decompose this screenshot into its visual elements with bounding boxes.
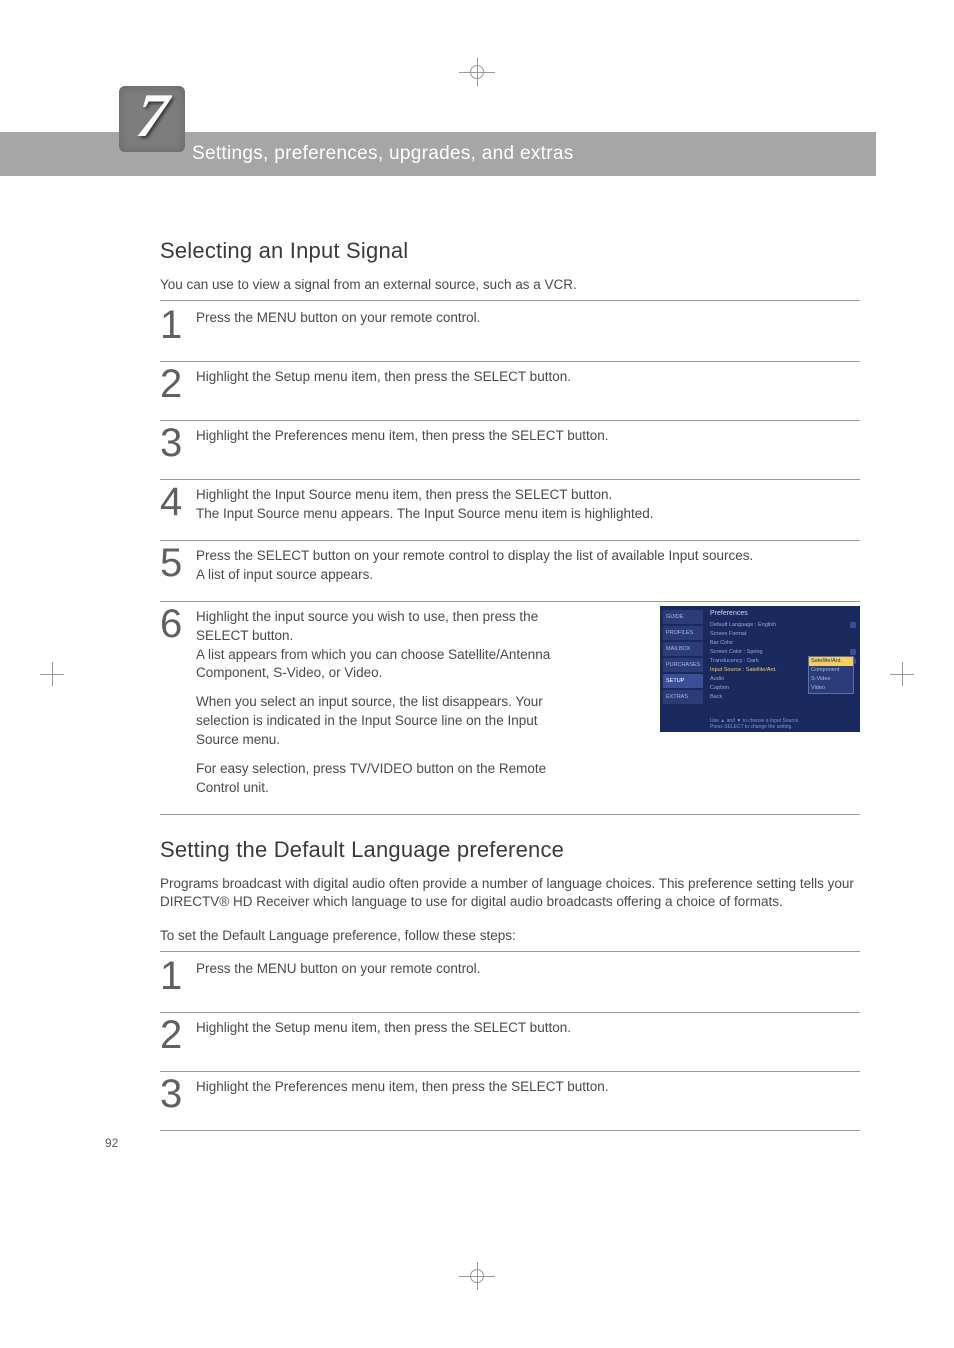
step-number: 1 <box>160 956 196 996</box>
ss-hint: Use ▲ and ▼ to choose a Input Source. Pr… <box>710 718 856 730</box>
step-row: 6 Highlight the input source you wish to… <box>160 602 860 815</box>
ss-popup-item: Component <box>809 666 853 675</box>
step-text: Highlight the input source you wish to u… <box>196 606 586 798</box>
section-heading-input-signal: Selecting an Input Signal <box>160 238 860 264</box>
step-text-c: For easy selection, press TV/VIDEO butto… <box>196 760 572 798</box>
step-text: Highlight the Input Source menu item, th… <box>196 484 860 524</box>
ss-tab: PROFILES <box>663 626 703 640</box>
step-text: Press the SELECT button on your remote c… <box>196 545 860 585</box>
step-row: 3 Highlight the Preferences menu item, t… <box>160 421 860 480</box>
lock-icon <box>850 622 856 628</box>
section1-intro: You can use to view a signal from an ext… <box>160 276 860 294</box>
ss-popup-item-selected: Satellite/Ant. <box>809 657 853 666</box>
step-text-b: When you select an input source, the lis… <box>196 693 572 750</box>
step-row: 4 Highlight the Input Source menu item, … <box>160 480 860 541</box>
ss-popup-item: Video <box>809 684 853 693</box>
step-row: 2 Highlight the Setup menu item, then pr… <box>160 1013 860 1072</box>
step-text: Press the MENU button on your remote con… <box>196 958 860 979</box>
section2-intro1: Programs broadcast with digital audio of… <box>160 875 860 911</box>
divider <box>160 300 860 301</box>
page-number: 92 <box>105 1136 118 1150</box>
ss-tab: PURCHASES <box>663 658 703 672</box>
step-text: Highlight the Setup menu item, then pres… <box>196 1017 860 1038</box>
step-number: 6 <box>160 604 196 644</box>
ss-line: Screen Format <box>710 630 746 638</box>
chapter-title: Settings, preferences, upgrades, and ext… <box>192 143 574 165</box>
step-row: 2 Highlight the Setup menu item, then pr… <box>160 362 860 421</box>
step-number: 2 <box>160 364 196 404</box>
crop-mark-bottom <box>463 1262 491 1290</box>
preferences-screenshot: GUIDE PROFILES MAILBOX PURCHASES SETUP E… <box>660 606 860 732</box>
step-text: Highlight the Preferences menu item, the… <box>196 425 860 446</box>
step-number: 1 <box>160 305 196 345</box>
step-row: 1 Press the MENU button on your remote c… <box>160 303 860 362</box>
step-row: 5 Press the SELECT button on your remote… <box>160 541 860 602</box>
step-text-a: Highlight the input source you wish to u… <box>196 608 572 684</box>
ss-line: Bar Color <box>710 639 733 647</box>
chapter-number-box: 7 <box>119 86 185 152</box>
divider <box>160 951 860 952</box>
screenshot-wrap: GUIDE PROFILES MAILBOX PURCHASES SETUP E… <box>660 606 860 732</box>
crop-mark-right <box>890 665 914 683</box>
step-number: 3 <box>160 1074 196 1114</box>
ss-tab: MAILBOX <box>663 642 703 656</box>
ss-line: Screen Color : Spring <box>710 648 763 656</box>
ss-title: Preferences <box>710 610 856 617</box>
step-row: 3 Highlight the Preferences menu item, t… <box>160 1072 860 1131</box>
step-text: Press the MENU button on your remote con… <box>196 307 860 328</box>
ss-line: Default Language : English <box>710 621 776 629</box>
page-content: Selecting an Input Signal You can use to… <box>160 216 860 1131</box>
step-row: 1 Press the MENU button on your remote c… <box>160 954 860 1013</box>
crop-mark-top <box>463 58 491 86</box>
ss-line: Audio <box>710 675 724 683</box>
lock-icon <box>850 649 856 655</box>
ss-tab: EXTRAS <box>663 690 703 704</box>
ss-line: Caption <box>710 684 729 692</box>
chapter-number: 7 <box>133 81 171 152</box>
ss-tab-active: SETUP <box>663 674 703 688</box>
step-text: Highlight the Preferences menu item, the… <box>196 1076 860 1097</box>
ss-tab: GUIDE <box>663 610 703 624</box>
section2-intro2: To set the Default Language preference, … <box>160 927 860 945</box>
ss-line: Back <box>710 693 722 701</box>
ss-popup: Satellite/Ant. Component S-Video Video <box>808 656 854 695</box>
section-heading-default-language: Setting the Default Language preference <box>160 837 860 863</box>
ss-line: Translucency : Dark <box>710 657 759 665</box>
ss-line-highlighted: Input Source : Satellite/Ant. <box>710 666 777 674</box>
crop-mark-left <box>40 665 64 683</box>
step-text: Highlight the Setup menu item, then pres… <box>196 366 860 387</box>
step-number: 2 <box>160 1015 196 1055</box>
step-number: 5 <box>160 543 196 583</box>
step-number: 3 <box>160 423 196 463</box>
ss-popup-item: S-Video <box>809 675 853 684</box>
step-number: 4 <box>160 482 196 522</box>
